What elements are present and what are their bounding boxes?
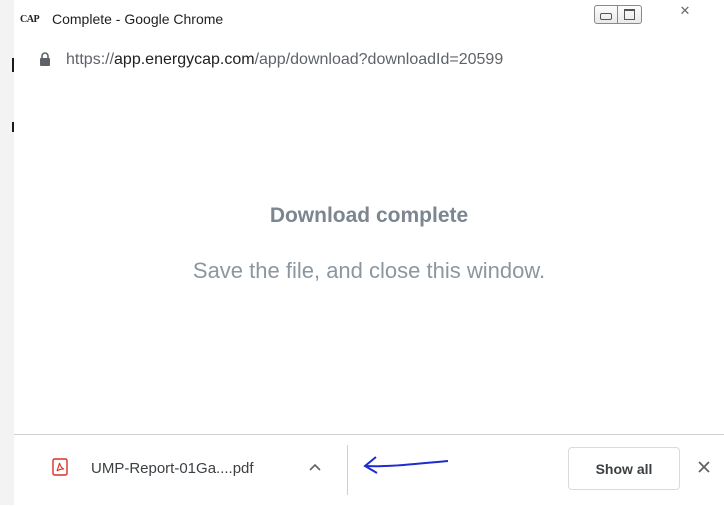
close-icon: ✕ bbox=[679, 3, 691, 18]
window-close-button[interactable]: ✕ bbox=[668, 1, 702, 21]
lock-icon bbox=[40, 52, 50, 66]
annotation-arrow-icon bbox=[363, 456, 449, 474]
download-shelf: UMP-Report-01Ga....pdf Show all bbox=[14, 434, 724, 506]
url-text[interactable]: https://app.energycap.com/app/download?d… bbox=[66, 51, 503, 69]
shelf-close-button[interactable] bbox=[692, 455, 716, 479]
chevron-up-icon[interactable] bbox=[306, 460, 324, 474]
url-path: /app/download?downloadId=20599 bbox=[254, 51, 504, 68]
minimize-button[interactable] bbox=[594, 5, 618, 24]
maximize-icon bbox=[624, 9, 635, 20]
pdf-file-icon bbox=[52, 458, 68, 476]
download-file-name: UMP-Report-01Ga....pdf bbox=[91, 460, 254, 477]
maximize-button[interactable] bbox=[618, 5, 642, 24]
background-window-edge bbox=[0, 0, 15, 505]
url-scheme: https:// bbox=[66, 51, 115, 68]
minimize-icon bbox=[600, 13, 612, 20]
address-bar[interactable]: https://app.energycap.com/app/download?d… bbox=[14, 46, 724, 74]
instruction-message: Save the file, and close this window. bbox=[192, 258, 546, 283]
browser-popup-window: CAP Complete - Google Chrome ✕ https://a… bbox=[14, 0, 724, 506]
download-complete-heading: Download complete bbox=[269, 204, 469, 227]
window-title: Complete - Google Chrome bbox=[52, 11, 224, 27]
close-icon bbox=[698, 461, 710, 473]
shelf-divider bbox=[347, 445, 348, 495]
page-content: Download complete Save the file, and clo… bbox=[14, 82, 724, 434]
show-all-button[interactable]: Show all bbox=[568, 447, 680, 490]
screenshot-frame: CAP Complete - Google Chrome ✕ https://a… bbox=[0, 0, 724, 506]
download-item[interactable]: UMP-Report-01Ga....pdf bbox=[36, 447, 336, 493]
url-domain: app.energycap.com bbox=[114, 51, 255, 68]
app-logo: CAP bbox=[20, 14, 40, 25]
title-bar[interactable]: CAP Complete - Google Chrome ✕ bbox=[14, 0, 724, 44]
